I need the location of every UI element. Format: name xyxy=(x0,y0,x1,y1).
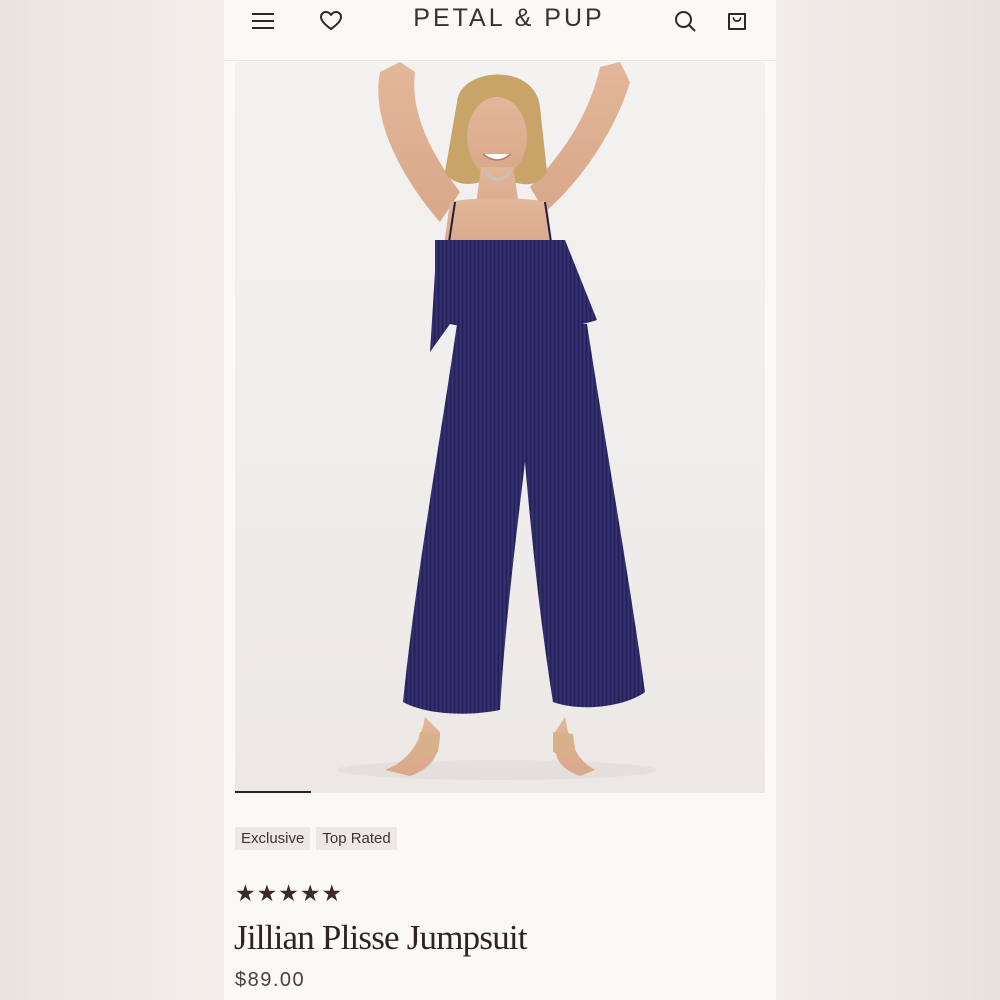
site-header: PETAL & PUP xyxy=(224,0,776,61)
phone-screen: PETAL & PUP Exclusive Top Rated ★ ★ ★ ★ … xyxy=(224,0,776,1000)
heart-icon[interactable] xyxy=(316,6,346,36)
product-badges: Exclusive Top Rated xyxy=(235,827,397,850)
brand-logo[interactable]: PETAL & PUP xyxy=(374,4,644,33)
product-image[interactable] xyxy=(235,62,765,793)
bag-icon[interactable] xyxy=(722,6,752,36)
badge-exclusive: Exclusive xyxy=(235,827,311,850)
rating-stars[interactable]: ★ ★ ★ ★ ★ xyxy=(235,880,342,908)
search-icon[interactable] xyxy=(670,6,700,36)
badge-top-rated: Top Rated xyxy=(316,827,397,850)
star-icon: ★ xyxy=(278,881,299,907)
star-icon: ★ xyxy=(321,881,343,907)
product-price: $89.00 xyxy=(235,969,306,991)
star-icon: ★ xyxy=(256,881,278,907)
product-title: Jillian Plisse Jumpsuit xyxy=(234,918,528,957)
star-icon: ★ xyxy=(299,881,321,907)
model-illustration xyxy=(337,62,657,780)
menu-icon[interactable] xyxy=(248,6,278,36)
gallery-progress-indicator xyxy=(235,791,311,793)
background-left xyxy=(0,0,224,1000)
background-right xyxy=(776,0,1000,1000)
star-icon: ★ xyxy=(235,881,256,907)
